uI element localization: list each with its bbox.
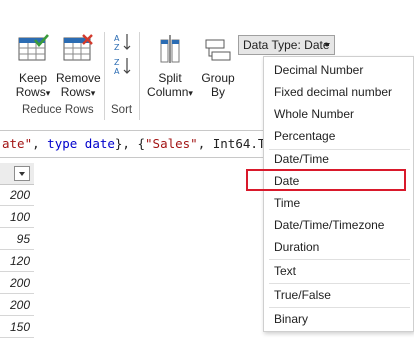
split-column-label-text: Column [147,85,189,99]
selection-highlight-box [246,169,406,191]
menu-separator [269,259,410,260]
column-header [0,163,34,185]
keep-rows-label-2: Rows▾ [12,85,54,100]
sort-ascending-button[interactable]: A Z [114,32,134,52]
menu-item-text[interactable]: Text [274,263,296,279]
menu-item-date-time-timezone[interactable]: Date/Time/Timezone [274,217,384,233]
table-cell[interactable]: 95 [0,229,34,250]
group-by-label-1: Group [201,71,235,85]
split-column-label-1: Split [158,71,182,85]
formula-token: , [32,136,48,151]
group-by-icon [205,39,231,61]
sort-group-label: Sort [111,104,133,116]
data-type-button[interactable]: Data Type: Date [238,35,335,55]
table-cell[interactable]: 200 [0,273,34,294]
sort-desc-a-glyph: A [114,67,120,76]
split-column-caret: ▾ [188,88,193,98]
keep-rows-button[interactable]: Keep Rows▾ [12,34,54,100]
table-cell[interactable]: 120 [0,251,34,272]
ribbon-separator [104,32,105,120]
split-column-icon [160,35,180,63]
remove-rows-button[interactable]: Remove Rows▾ [56,34,101,100]
keep-rows-icon [18,34,49,61]
chevron-down-icon [324,43,330,47]
sort-asc-z-glyph: Z [114,43,120,52]
formula-token: "Sales" [145,136,198,151]
menu-item-percentage[interactable]: Percentage [274,128,335,144]
sort-descending-button[interactable]: Z A [114,56,134,76]
table-cell[interactable]: 150 [0,317,34,338]
menu-separator [269,283,410,284]
group-by-label-2: By [210,85,225,99]
split-column-button[interactable]: Split Column▾ [145,34,195,100]
table-cell[interactable]: 200 [0,185,34,206]
table-cell[interactable]: 100 [0,207,34,228]
keep-rows-label-text: Rows [15,85,46,99]
table-cell[interactable]: 200 [0,295,34,316]
remove-rows-caret: ▾ [90,88,96,98]
formula-token: ate" [2,136,33,151]
menu-item-true-false[interactable]: True/False [274,287,331,303]
sort-asc-a-glyph: A [114,34,120,43]
menu-item-whole-number[interactable]: Whole Number [274,106,354,122]
menu-item-date-time[interactable]: Date/Time [274,151,329,167]
menu-item-duration[interactable]: Duration [274,239,319,255]
data-type-label: Data Type: Date [243,38,330,52]
group-by-button[interactable]: Group By [198,34,238,99]
ribbon-separator [139,32,140,120]
data-type-dropdown-menu: Decimal Number Fixed decimal number Whol… [263,56,414,332]
menu-item-decimal-number[interactable]: Decimal Number [274,62,363,78]
sort-descending-icon: Z A [114,58,131,76]
menu-separator [269,307,410,308]
menu-item-binary[interactable]: Binary [274,311,308,327]
remove-rows-label-2: Rows▾ [56,85,100,100]
split-column-label-2: Column▾ [145,85,195,100]
menu-item-fixed-decimal-number[interactable]: Fixed decimal number [274,84,392,100]
sort-ascending-icon: A Z [114,34,131,52]
column-filter-button[interactable] [14,166,30,181]
menu-item-time[interactable]: Time [274,195,300,211]
remove-rows-label-text: Rows [60,85,91,99]
formula-token: type date [47,136,115,151]
sort-desc-z-glyph: Z [114,58,120,67]
menu-separator [269,149,410,150]
remove-rows-label-1: Remove [56,71,101,85]
keep-rows-label-1: Keep [18,71,48,85]
formula-token: }, { [114,136,146,151]
data-grid: 200 100 95 120 200 200 150 [0,163,34,349]
reduce-rows-group-label: Reduce Rows [22,104,94,116]
keep-rows-caret: ▾ [45,88,51,98]
remove-rows-icon [63,34,93,61]
